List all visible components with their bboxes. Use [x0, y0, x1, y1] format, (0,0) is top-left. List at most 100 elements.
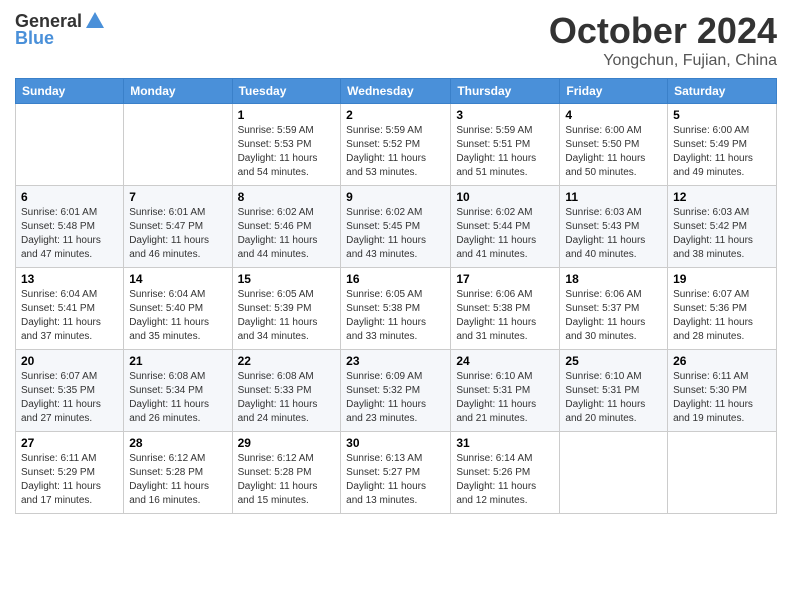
table-row: 15 Sunrise: 6:05 AM Sunset: 5:39 PM Dayli…: [232, 268, 341, 350]
day-number: 7: [129, 190, 226, 204]
day-info: Sunrise: 6:01 AM Sunset: 5:47 PM Dayligh…: [129, 206, 226, 262]
day-info: Sunrise: 6:07 AM Sunset: 5:36 PM Dayligh…: [673, 288, 771, 344]
day-info: Sunrise: 5:59 AM Sunset: 5:51 PM Dayligh…: [456, 124, 554, 180]
day-info: Sunrise: 6:02 AM Sunset: 5:45 PM Dayligh…: [346, 206, 445, 262]
day-info: Sunrise: 6:13 AM Sunset: 5:27 PM Dayligh…: [346, 452, 445, 508]
day-number: 9: [346, 190, 445, 204]
table-row: 9 Sunrise: 6:02 AM Sunset: 5:45 PM Daylig…: [341, 186, 451, 268]
day-number: 3: [456, 108, 554, 122]
day-info: Sunrise: 6:06 AM Sunset: 5:38 PM Dayligh…: [456, 288, 554, 344]
header-saturday: Saturday: [668, 79, 777, 104]
day-info: Sunrise: 6:02 AM Sunset: 5:44 PM Dayligh…: [456, 206, 554, 262]
header-friday: Friday: [560, 79, 668, 104]
day-info: Sunrise: 6:03 AM Sunset: 5:42 PM Dayligh…: [673, 206, 771, 262]
day-info: Sunrise: 5:59 AM Sunset: 5:52 PM Dayligh…: [346, 124, 445, 180]
table-row: 21Sunrise: 6:08 AM Sunset: 5:34 PM Dayli…: [124, 350, 232, 432]
day-info: Sunrise: 6:01 AM Sunset: 5:48 PM Dayligh…: [21, 206, 118, 262]
table-row: 18Sunrise: 6:06 AM Sunset: 5:37 PM Dayli…: [560, 268, 668, 350]
table-row: 27 Sunrise: 6:11 AM Sunset: 5:29 PM Dayli…: [16, 432, 124, 514]
logo-icon: [84, 10, 106, 32]
table-row: 24 Sunrise: 6:10 AM Sunset: 5:31 PM Dayli…: [451, 350, 560, 432]
table-row: [668, 432, 777, 514]
day-number: 21: [129, 354, 226, 368]
day-info: Sunrise: 6:10 AM Sunset: 5:31 PM Dayligh…: [565, 370, 662, 426]
logo: General Blue: [15, 10, 106, 49]
table-row: 28 Sunrise: 6:12 AM Sunset: 5:28 PM Dayli…: [124, 432, 232, 514]
day-number: 26: [673, 354, 771, 368]
day-info: Sunrise: 6:04 AM Sunset: 5:41 PM Dayligh…: [21, 288, 118, 344]
day-info: Sunrise: 6:14 AM Sunset: 5:26 PM Dayligh…: [456, 452, 554, 508]
day-number: 17: [456, 272, 554, 286]
month-title: October 2024: [549, 10, 777, 52]
table-row: 31Sunrise: 6:14 AM Sunset: 5:26 PM Dayli…: [451, 432, 560, 514]
table-row: 23Sunrise: 6:09 AM Sunset: 5:32 PM Dayli…: [341, 350, 451, 432]
day-number: 30: [346, 436, 445, 450]
day-info: Sunrise: 6:05 AM Sunset: 5:39 PM Dayligh…: [238, 288, 336, 344]
table-row: 3 Sunrise: 5:59 AM Sunset: 5:51 PM Daylig…: [451, 104, 560, 186]
calendar-week-row: 27 Sunrise: 6:11 AM Sunset: 5:29 PM Dayli…: [16, 432, 777, 514]
day-info: Sunrise: 5:59 AM Sunset: 5:53 PM Dayligh…: [238, 124, 336, 180]
day-number: 8: [238, 190, 336, 204]
header-wednesday: Wednesday: [341, 79, 451, 104]
day-number: 24: [456, 354, 554, 368]
title-section: October 2024 Yongchun, Fujian, China: [549, 10, 777, 70]
day-info: Sunrise: 6:10 AM Sunset: 5:31 PM Dayligh…: [456, 370, 554, 426]
day-info: Sunrise: 6:08 AM Sunset: 5:33 PM Dayligh…: [238, 370, 336, 426]
table-row: [560, 432, 668, 514]
day-number: 19: [673, 272, 771, 286]
day-info: Sunrise: 6:12 AM Sunset: 5:28 PM Dayligh…: [129, 452, 226, 508]
table-row: 16 Sunrise: 6:05 AM Sunset: 5:38 PM Dayli…: [341, 268, 451, 350]
calendar-week-row: 20Sunrise: 6:07 AM Sunset: 5:35 PM Dayli…: [16, 350, 777, 432]
table-row: 30 Sunrise: 6:13 AM Sunset: 5:27 PM Dayli…: [341, 432, 451, 514]
day-info: Sunrise: 6:04 AM Sunset: 5:40 PM Dayligh…: [129, 288, 226, 344]
day-number: 5: [673, 108, 771, 122]
table-row: 8 Sunrise: 6:02 AM Sunset: 5:46 PM Daylig…: [232, 186, 341, 268]
day-info: Sunrise: 6:02 AM Sunset: 5:46 PM Dayligh…: [238, 206, 336, 262]
day-number: 12: [673, 190, 771, 204]
calendar-week-row: 13 Sunrise: 6:04 AM Sunset: 5:41 PM Dayli…: [16, 268, 777, 350]
day-number: 11: [565, 190, 662, 204]
table-row: 22Sunrise: 6:08 AM Sunset: 5:33 PM Dayli…: [232, 350, 341, 432]
table-row: 14 Sunrise: 6:04 AM Sunset: 5:40 PM Dayli…: [124, 268, 232, 350]
day-number: 10: [456, 190, 554, 204]
logo-blue: Blue: [15, 28, 54, 49]
day-info: Sunrise: 6:07 AM Sunset: 5:35 PM Dayligh…: [21, 370, 118, 426]
header: General Blue October 2024 Yongchun, Fuji…: [15, 10, 777, 70]
table-row: 20Sunrise: 6:07 AM Sunset: 5:35 PM Dayli…: [16, 350, 124, 432]
day-number: 16: [346, 272, 445, 286]
calendar: Sunday Monday Tuesday Wednesday Thursday…: [15, 78, 777, 514]
day-number: 29: [238, 436, 336, 450]
day-info: Sunrise: 6:12 AM Sunset: 5:28 PM Dayligh…: [238, 452, 336, 508]
calendar-week-row: 1 Sunrise: 5:59 AM Sunset: 5:53 PM Daylig…: [16, 104, 777, 186]
day-number: 2: [346, 108, 445, 122]
table-row: 19 Sunrise: 6:07 AM Sunset: 5:36 PM Dayli…: [668, 268, 777, 350]
day-info: Sunrise: 6:09 AM Sunset: 5:32 PM Dayligh…: [346, 370, 445, 426]
calendar-week-row: 6 Sunrise: 6:01 AM Sunset: 5:48 PM Daylig…: [16, 186, 777, 268]
day-number: 15: [238, 272, 336, 286]
table-row: [16, 104, 124, 186]
table-row: 7 Sunrise: 6:01 AM Sunset: 5:47 PM Daylig…: [124, 186, 232, 268]
table-row: 11 Sunrise: 6:03 AM Sunset: 5:43 PM Dayli…: [560, 186, 668, 268]
page: General Blue October 2024 Yongchun, Fuji…: [0, 0, 792, 612]
table-row: 12 Sunrise: 6:03 AM Sunset: 5:42 PM Dayli…: [668, 186, 777, 268]
table-row: 29 Sunrise: 6:12 AM Sunset: 5:28 PM Dayli…: [232, 432, 341, 514]
day-info: Sunrise: 6:05 AM Sunset: 5:38 PM Dayligh…: [346, 288, 445, 344]
day-number: 1: [238, 108, 336, 122]
day-number: 6: [21, 190, 118, 204]
table-row: 4Sunrise: 6:00 AM Sunset: 5:50 PM Daylig…: [560, 104, 668, 186]
day-info: Sunrise: 6:11 AM Sunset: 5:29 PM Dayligh…: [21, 452, 118, 508]
day-info: Sunrise: 6:03 AM Sunset: 5:43 PM Dayligh…: [565, 206, 662, 262]
day-number: 28: [129, 436, 226, 450]
calendar-header-row: Sunday Monday Tuesday Wednesday Thursday…: [16, 79, 777, 104]
day-info: Sunrise: 6:00 AM Sunset: 5:49 PM Dayligh…: [673, 124, 771, 180]
day-number: 14: [129, 272, 226, 286]
header-thursday: Thursday: [451, 79, 560, 104]
day-number: 4: [565, 108, 662, 122]
day-number: 13: [21, 272, 118, 286]
table-row: 17 Sunrise: 6:06 AM Sunset: 5:38 PM Dayli…: [451, 268, 560, 350]
table-row: 1 Sunrise: 5:59 AM Sunset: 5:53 PM Daylig…: [232, 104, 341, 186]
header-tuesday: Tuesday: [232, 79, 341, 104]
day-number: 27: [21, 436, 118, 450]
day-number: 25: [565, 354, 662, 368]
day-number: 18: [565, 272, 662, 286]
